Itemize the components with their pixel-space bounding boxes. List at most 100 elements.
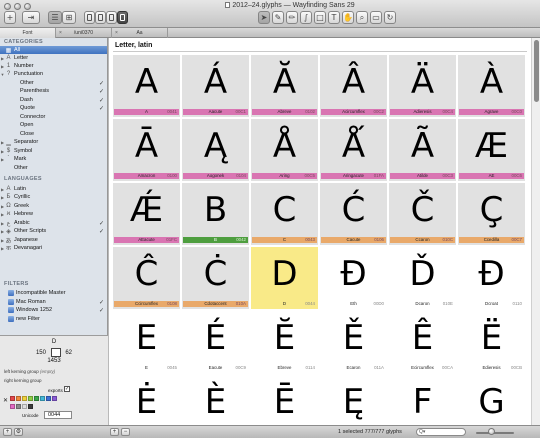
glyph-cell[interactable]: Ĕ Ebreve 0114: [251, 311, 318, 373]
sidebar-item-punctuation[interactable]: ▼? Punctuation: [0, 70, 107, 78]
measure-tool-button[interactable]: ▭: [370, 11, 382, 24]
rotate-tool-button[interactable]: ↻: [384, 11, 396, 24]
glyph-cell[interactable]: Đ Dcroat 0110: [458, 247, 525, 309]
export-button[interactable]: ⇥: [22, 11, 40, 24]
tab-uni0370[interactable]: × /uni0370: [56, 28, 112, 38]
color-swatch[interactable]: [40, 396, 45, 401]
sidebar-item-parenthesis[interactable]: Parenthesis ✓: [0, 87, 107, 95]
glyph-cell[interactable]: Ç Ccedilla 00C7: [458, 183, 525, 245]
color-swatch[interactable]: [28, 404, 33, 409]
unicode-field[interactable]: 0044: [44, 411, 72, 419]
grid-view-button[interactable]: ⊞: [62, 11, 76, 24]
color-swatch[interactable]: [34, 396, 39, 401]
glyph-cell[interactable]: Ą Aogonek 0104: [182, 119, 249, 181]
primitives-tool-button[interactable]: □: [314, 11, 326, 24]
remove-glyph-button[interactable]: −: [121, 428, 130, 436]
add-filter-button[interactable]: +: [3, 428, 12, 436]
glyph-cell[interactable]: Ǽ AEacute 01FC: [113, 183, 180, 245]
color-swatch[interactable]: [28, 396, 33, 401]
tab-font[interactable]: Font: [0, 28, 56, 38]
glyph-cell[interactable]: É Eacute 00C9: [182, 311, 249, 373]
sidebar-item-latin[interactable]: ▶ A Latin: [0, 185, 107, 193]
glyph-cell[interactable]: Ð Eth 00D0: [320, 247, 387, 309]
sidebar-item-connector[interactable]: Connector: [0, 113, 107, 121]
glyph-cell[interactable]: Ê Ecircumflex 00CA: [389, 311, 456, 373]
filter-incompatible-master[interactable]: Incompatible Master: [0, 289, 107, 297]
glyph-cell[interactable]: Ǻ Aringacute 01FA: [320, 119, 387, 181]
settings-button[interactable]: ⚙: [14, 428, 23, 436]
glyph-cell[interactable]: A A 0041: [113, 55, 180, 117]
hand-tool-button[interactable]: ✋: [342, 11, 354, 24]
glyph-search-input[interactable]: Q▾: [416, 428, 466, 436]
close-tab-icon[interactable]: ×: [59, 30, 62, 36]
width-field[interactable]: 1453: [0, 358, 108, 364]
glyph-name-field[interactable]: D: [0, 339, 108, 345]
vertical-scrollbar[interactable]: [531, 38, 540, 425]
glyph-cell[interactable]: E E 0045: [113, 311, 180, 373]
color-swatch[interactable]: [22, 404, 27, 409]
sidebar-item-other[interactable]: Other: [0, 164, 107, 172]
add-glyph-bottom-button[interactable]: +: [110, 428, 119, 436]
zoom-slider-knob[interactable]: [487, 428, 495, 435]
text-tool-button[interactable]: T: [328, 11, 340, 24]
color-swatch[interactable]: [16, 404, 21, 409]
filter-mac-roman[interactable]: Mac Roman ✓: [0, 298, 107, 306]
glyph-cell[interactable]: Č Ccaron 010C: [389, 183, 456, 245]
glyph-cell[interactable]: GG0047: [458, 375, 525, 425]
glyph-cell[interactable]: Ć Cacute 0106: [320, 183, 387, 245]
rsb-field[interactable]: 62: [65, 350, 72, 356]
add-glyph-button[interactable]: +: [4, 11, 16, 24]
master-3-button[interactable]: [106, 11, 117, 24]
glyph-cell[interactable]: C C 0043: [251, 183, 318, 245]
glyph-cell[interactable]: Ď Dcaron 010E: [389, 247, 456, 309]
clear-color-icon[interactable]: ✕: [3, 397, 8, 404]
sidebar-item-close[interactable]: Close: [0, 130, 107, 138]
glyph-cell[interactable]: Ă Abreve 0102: [251, 55, 318, 117]
glyph-cell[interactable]: Æ AE 00C6: [458, 119, 525, 181]
glyph-cell[interactable]: Ā Amacron 0100: [113, 119, 180, 181]
left-kerning-group-field[interactable]: (empty): [40, 369, 55, 374]
glyph-cell[interactable]: ĒEmacron0112: [251, 375, 318, 425]
filter-windows-1252[interactable]: Windows 1252 ✓: [0, 306, 107, 314]
sidebar-item-devanagari[interactable]: ▶ क Devanagari: [0, 244, 107, 252]
glyph-cell[interactable]: Ë Edieresis 00CB: [458, 311, 525, 373]
color-swatch[interactable]: [16, 396, 21, 401]
zoom-window-button[interactable]: [24, 3, 31, 10]
glyph-cell[interactable]: Å Aring 00C5: [251, 119, 318, 181]
sidebar-item-mark[interactable]: ▶ ´ Mark: [0, 155, 107, 163]
zoom-tool-button[interactable]: ⌕: [356, 11, 368, 24]
sidebar-item-hebrew[interactable]: ▶ א Hebrew: [0, 210, 107, 218]
sidebar-item-open[interactable]: Open: [0, 121, 107, 129]
glyph-cell[interactable]: B B 0042: [182, 183, 249, 245]
glyph-cell[interactable]: Ě Ecaron 011A: [320, 311, 387, 373]
select-tool-button[interactable]: ➤: [258, 11, 270, 24]
sidebar-item-symbol[interactable]: ▶ $ Symbol: [0, 147, 107, 155]
glyph-cell[interactable]: ÈEgrave00C8: [182, 375, 249, 425]
pencil-tool-button[interactable]: ✏: [286, 11, 298, 24]
tab-text[interactable]: × Aa: [112, 28, 168, 38]
sidebar-item-japanese[interactable]: ▶ あ Japanese: [0, 236, 107, 245]
filter-new-filter[interactable]: new Filter: [0, 315, 107, 323]
draw-tool-button[interactable]: ✎: [272, 11, 284, 24]
color-swatch[interactable]: [10, 396, 15, 401]
glyph-cell[interactable]: ĘEogonek0118: [320, 375, 387, 425]
zoom-slider[interactable]: [476, 432, 514, 434]
master-4-button[interactable]: [117, 11, 128, 24]
close-window-button[interactable]: [4, 3, 11, 10]
master-2-button[interactable]: [95, 11, 106, 24]
minimize-window-button[interactable]: [14, 3, 21, 10]
exports-checkbox[interactable]: ✓: [64, 386, 70, 392]
brush-tool-button[interactable]: ∫: [300, 11, 312, 24]
sidebar-item-all[interactable]: ▦ All: [0, 46, 107, 54]
sidebar-item-other-scripts[interactable]: ▶ ◈ Other Scripts ✓: [0, 227, 107, 235]
sidebar-item-arabic[interactable]: ▶ ع Arabic ✓: [0, 219, 107, 227]
list-view-button[interactable]: ☰: [48, 11, 62, 24]
master-1-button[interactable]: [84, 11, 95, 24]
color-swatch[interactable]: [10, 404, 15, 409]
glyph-cell[interactable]: Ĉ Ccircumflex 0108: [113, 247, 180, 309]
glyph-cell[interactable]: Ä Adieresis 00C4: [389, 55, 456, 117]
sidebar-item-other-punct[interactable]: Other ✓: [0, 79, 107, 87]
glyph-cell[interactable]: FF0046: [389, 375, 456, 425]
sidebar-item-letter[interactable]: ▶ A Letter: [0, 54, 107, 62]
color-swatch[interactable]: [22, 396, 27, 401]
